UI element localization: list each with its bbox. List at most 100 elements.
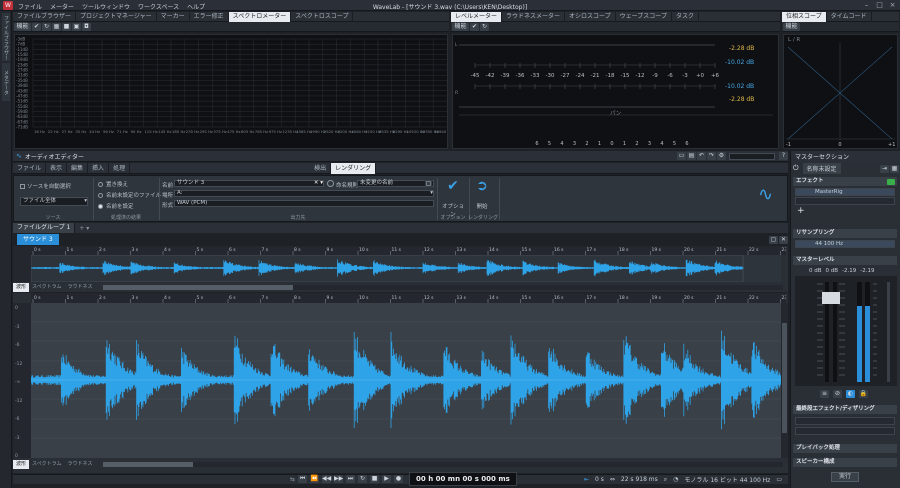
file-tab[interactable]: サウンド 3 [17,234,59,245]
level-tabs-tab-2[interactable]: オシロスコープ [565,11,616,22]
final-slot-1[interactable] [795,417,895,425]
result-option-0[interactable]: 置き換え [98,180,161,188]
auto-select-checkbox-row[interactable]: ソースを自動選択 [20,182,71,190]
auto-select-checkbox[interactable] [20,183,25,189]
place-field[interactable]: A: ▾ [174,190,434,197]
phase-tabs-tab-0[interactable]: 位相スコープ [782,11,827,22]
loop-icon[interactable]: ⇆ [290,476,295,483]
master-fader-svg[interactable] [795,276,897,386]
file-group-tab[interactable]: ファイルグループ 1 [13,223,76,233]
level-tabs-tab-3[interactable]: ウェーブスコープ [616,11,672,22]
level-tabs-tab-1[interactable]: ラウドネスメーター [502,11,566,22]
view-tab-0[interactable]: 波形 [13,283,30,292]
forward-icon[interactable]: ▶▶ [334,475,343,483]
phase-preset-button[interactable]: 機能 [783,22,800,31]
side-tab-file-browser[interactable]: ファイルブラウザー [2,13,10,61]
radio-icon[interactable] [98,203,103,209]
add-group-icon[interactable]: + ▾ [79,225,89,232]
name-field[interactable]: サウンド 3 ✕ ▾ [174,180,324,187]
level-tabs-tab-4[interactable]: タスク [672,11,699,22]
main-scrollbar[interactable] [103,462,783,467]
final-slot-2[interactable] [795,427,895,435]
view-tab-1[interactable]: スペクトラム [29,283,65,292]
format-field[interactable]: WAV (PCM) [174,200,434,207]
overview-scrollbar[interactable] [103,285,783,290]
main-scroll-thumb[interactable] [103,462,193,467]
master-arrow-icon[interactable]: ⇥ [880,164,889,173]
result-option-2[interactable]: 名前を設定 [98,202,161,210]
view-tab-2[interactable]: ラウドネス [65,283,96,292]
open-icon[interactable]: ▭ [677,152,686,160]
naming-icon[interactable] [327,180,334,187]
transport-time[interactable]: 00 h 00 mn 00 s 000 ms [409,472,517,486]
spectro-tabs-tab-2[interactable]: マーカー [157,11,190,22]
naming-edit-icon[interactable]: ▢ [425,180,432,187]
vertical-scroll-thumb[interactable] [782,323,787,433]
ribbon-tabs-tab-0[interactable]: ファイル [13,162,47,174]
close-icon[interactable]: × [888,1,897,9]
vertical-scrollbar[interactable] [781,303,788,458]
view-tab-1[interactable]: スペクトラム [29,460,65,469]
options-check-icon[interactable]: ✔ [443,178,463,200]
level-tabs-tab-0[interactable]: レベルメーター [451,11,503,22]
link-icon[interactable]: ⊘ [833,390,842,398]
add-effect-icon[interactable]: + [797,206,897,216]
grid-icon[interactable]: ▦ [52,22,61,31]
effect-power-icon[interactable] [887,179,895,185]
naming-field[interactable]: 未変更の名前 [357,180,434,187]
clear-x-icon[interactable]: ✕ ▾ [314,180,323,186]
file-close-icon[interactable]: ✕ [779,235,788,244]
record-icon[interactable]: ● [394,475,404,483]
ribbon-tabs-tab-1[interactable]: 表示 [46,162,68,174]
check-icon[interactable]: ✔ [32,22,41,31]
phase-tabs-tab-1[interactable]: タイムコード [827,11,872,22]
fader-right-handle[interactable] [830,292,840,304]
refresh-icon[interactable]: ↻ [42,22,51,31]
radio-icon[interactable] [98,181,103,187]
level-preset-button[interactable]: 機能 [452,22,469,31]
camera-icon[interactable]: ◘ [82,22,91,31]
ribbon-tabs-tab-2[interactable]: 編集 [67,162,89,174]
status-position[interactable]: 0 s [595,476,604,483]
resample-slot[interactable]: 44 100 Hz [795,240,895,248]
maximize-icon[interactable]: □ [875,1,884,9]
source-select[interactable]: ファイル全体 ▾ [20,197,88,206]
lock-icon[interactable]: 🔒 [859,390,868,398]
freeze-icon[interactable]: ■ [62,22,71,31]
redo-icon[interactable]: ↷ [707,152,716,160]
radio-icon[interactable] [98,192,103,198]
help-icon[interactable]: ? [779,152,788,160]
result-option-1[interactable]: 名前未設定のファイル [98,191,161,199]
folder-icon[interactable]: ▣ [72,22,81,31]
ribbon-tabs-tab-5[interactable]: 検出 [310,162,332,174]
goto-start-icon[interactable]: ⏮ [298,475,308,483]
status-format[interactable]: モノラル 16 ビット 44 100 Hz [684,475,770,484]
power-icon[interactable]: ⏻ [793,164,799,173]
stop-icon[interactable]: ■ [370,475,380,483]
effect-slot-1[interactable]: MasterRig [795,188,895,196]
minimize-icon[interactable]: – [862,1,871,9]
mono-icon[interactable]: ◐ [846,390,855,398]
master-preset[interactable]: 名称未設定 [802,163,841,174]
spectro-tabs-tab-0[interactable]: ファイルブラウザー [13,11,77,22]
ribbon-tabs-tab-3[interactable]: 挿入 [88,162,110,174]
menu-icon[interactable]: ≡ [820,390,829,398]
undo-icon[interactable]: ↶ [697,152,706,160]
overview-scroll-thumb[interactable] [103,285,293,290]
prev-marker-icon[interactable]: ⏪ [310,475,320,483]
rewind-icon[interactable]: ◀◀ [322,475,331,483]
spectro-tabs-tab-3[interactable]: エラー修正 [190,11,229,22]
render-button-label[interactable]: 開始 [470,202,494,210]
save-icon[interactable]: ▤ [687,152,696,160]
side-tab-metadata[interactable]: メタデータ [2,63,10,101]
spectro-tabs-tab-4[interactable]: スペクトロメーター [228,11,292,22]
cycle-icon[interactable]: ↻ [358,475,368,483]
monitor-icon[interactable]: ▭ [776,476,782,483]
view-tab-0[interactable]: 波形 [13,460,30,469]
play-icon[interactable]: ▶ [382,475,392,483]
preset-button[interactable]: 機能 [14,22,31,31]
view-tab-2[interactable]: ラウドネス [65,460,96,469]
zoom-dropdown[interactable] [729,152,775,160]
render-start-icon[interactable]: ➲ [472,178,492,200]
run-button[interactable]: 実行 [831,472,859,482]
